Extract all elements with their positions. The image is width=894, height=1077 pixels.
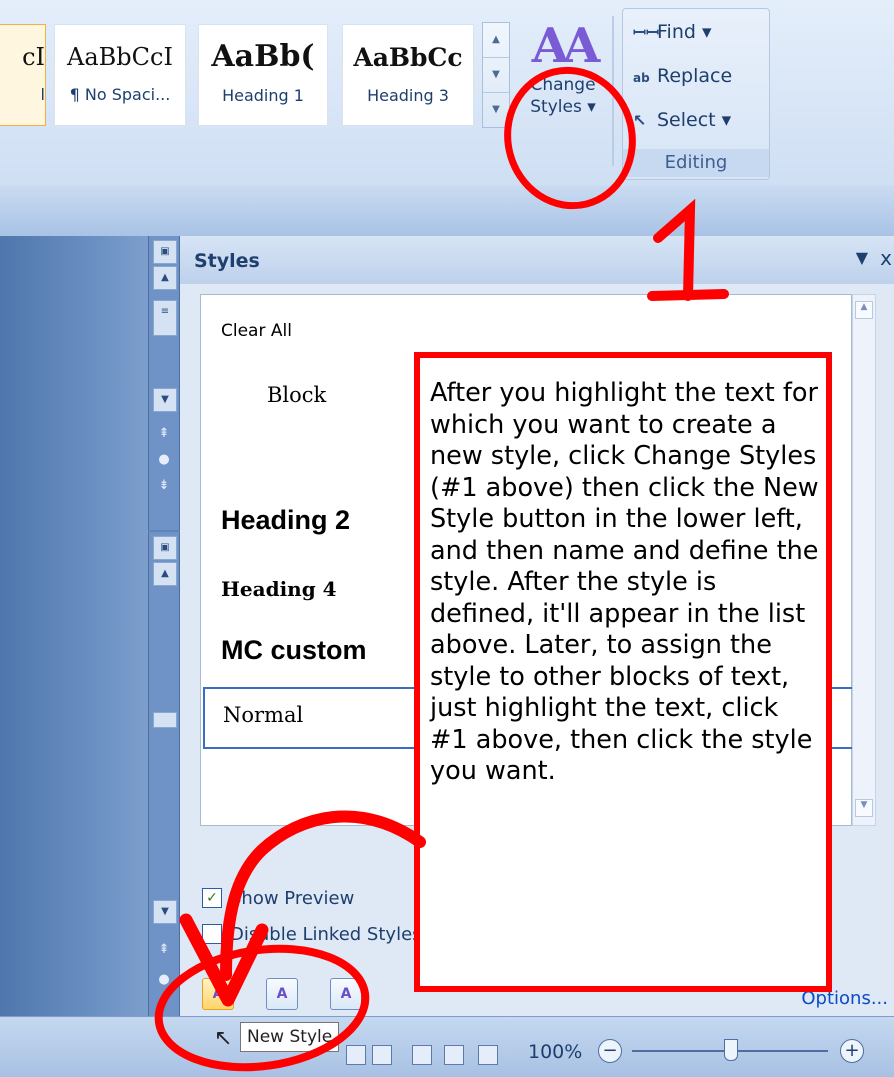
pane-menu-icon[interactable]: ▼: [856, 248, 868, 267]
find-label: Find ▾: [657, 21, 712, 43]
style-swatch-name: Heading 1: [222, 86, 304, 105]
scroll-up-icon[interactable]: ▲: [855, 301, 873, 319]
scroll-down-icon[interactable]: ▼: [153, 388, 177, 412]
disable-linked-styles-checkbox[interactable]: [202, 924, 222, 944]
new-style-button[interactable]: A: [202, 978, 234, 1010]
browse-object-icon[interactable]: ●: [149, 452, 179, 467]
gallery-down-icon[interactable]: ▼: [483, 58, 509, 93]
change-styles-label-line1: Change: [530, 75, 596, 95]
styles-list-scrollbar[interactable]: ▲ ▼: [852, 294, 876, 826]
gallery-scrollbar[interactable]: ▲ ▼ ▼: [482, 22, 510, 128]
ribbon: cI l AaBbCcI ¶ No Spaci... AaBb( Heading…: [0, 0, 894, 187]
split-icon[interactable]: ▣: [153, 240, 177, 264]
vertical-scrollbar-top[interactable]: ▣ ▲ ≡ ▼ ⇞ ● ⇟: [148, 236, 180, 530]
style-swatch-normal[interactable]: cI l: [0, 24, 46, 126]
style-item-clear-all[interactable]: Clear All: [221, 321, 292, 341]
scroll-up-icon[interactable]: ▲: [153, 266, 177, 290]
style-inspector-button[interactable]: A: [266, 978, 298, 1010]
cursor-icon: ↖: [633, 111, 647, 130]
prev-page-icon[interactable]: ⇞: [149, 942, 179, 957]
select-label: Select ▾: [657, 109, 732, 131]
style-item-mc-custom[interactable]: MC custom: [221, 635, 367, 666]
manage-styles-button[interactable]: A: [330, 978, 362, 1010]
scroll-down-icon[interactable]: ▼: [855, 799, 873, 817]
annotation-note: After you highlight the text for which y…: [414, 352, 832, 992]
styles-pane-title: Styles: [194, 250, 260, 272]
scroll-down-icon[interactable]: ▼: [153, 900, 177, 924]
zoom-in-icon[interactable]: +: [840, 1039, 864, 1063]
style-item-heading-4[interactable]: Heading 4: [221, 577, 337, 601]
document-area: [0, 236, 148, 1016]
style-swatch-heading-3[interactable]: AaBbCc Heading 3: [342, 24, 474, 126]
prev-page-icon[interactable]: ⇞: [149, 426, 179, 441]
change-styles-icon: AA: [531, 18, 600, 74]
change-styles-button[interactable]: AA Change Styles ▾: [516, 18, 610, 168]
style-swatch-sample: AaBb(: [211, 39, 315, 74]
ruler-band: [0, 186, 894, 236]
outline-icon[interactable]: [444, 1045, 464, 1065]
style-item-normal-label: Normal: [223, 703, 304, 727]
scroll-thumb[interactable]: ≡: [153, 300, 177, 336]
style-item-heading-2[interactable]: Heading 2: [221, 505, 350, 536]
group-separator: [612, 16, 614, 166]
next-page-icon[interactable]: ⇟: [149, 478, 179, 493]
binoculars-icon: ꟷꟷ: [633, 23, 660, 42]
style-item-block[interactable]: Block: [267, 383, 326, 407]
show-preview-checkbox[interactable]: ✓: [202, 888, 222, 908]
web-layout-icon[interactable]: [412, 1045, 432, 1065]
style-swatch-name: Heading 3: [367, 86, 449, 105]
replace-label: Replace: [657, 65, 733, 87]
gallery-up-icon[interactable]: ▲: [483, 23, 509, 58]
style-swatch-name: l: [40, 85, 45, 104]
editing-group: ꟷꟷFind ▾ ab Replace ↖ Select ▾ Editing: [622, 8, 770, 180]
vertical-scrollbar-bottom[interactable]: ▣ ▲ ▼ ⇞ ●: [148, 532, 180, 1016]
zoom-slider-thumb[interactable]: [724, 1039, 738, 1061]
find-button[interactable]: ꟷꟷFind ▾: [633, 21, 712, 43]
style-swatch-heading-1[interactable]: AaBb( Heading 1: [198, 24, 328, 126]
show-preview-label: Show Preview: [230, 888, 355, 909]
draft-icon[interactable]: [478, 1045, 498, 1065]
change-styles-label-line2: Styles ▾: [530, 97, 596, 117]
scroll-up-icon[interactable]: ▲: [153, 562, 177, 586]
style-swatch-no-spacing[interactable]: AaBbCcI ¶ No Spaci...: [54, 24, 186, 126]
status-bar: 100% − +: [0, 1016, 894, 1077]
replace-icon: ab: [633, 71, 650, 85]
style-swatch-sample: AaBbCc: [353, 43, 463, 72]
editing-group-label: Editing: [623, 149, 769, 177]
style-swatch-sample: AaBbCcI: [67, 43, 173, 71]
full-screen-reading-icon[interactable]: [372, 1045, 392, 1065]
mouse-pointer-icon: ↖: [214, 1026, 233, 1051]
print-layout-icon[interactable]: [346, 1045, 366, 1065]
disable-linked-styles-label: Disable Linked Styles: [230, 924, 422, 945]
new-style-tooltip: New Style: [240, 1022, 340, 1052]
style-swatch-sample: cI: [22, 43, 45, 71]
split-icon[interactable]: ▣: [153, 536, 177, 560]
zoom-level[interactable]: 100%: [528, 1041, 582, 1063]
replace-button[interactable]: ab Replace: [633, 65, 732, 87]
browse-object-icon[interactable]: ●: [149, 972, 179, 987]
close-icon[interactable]: x: [880, 246, 892, 270]
zoom-out-icon[interactable]: −: [598, 1039, 622, 1063]
gallery-more-icon[interactable]: ▼: [483, 93, 509, 127]
scroll-thumb[interactable]: [153, 712, 177, 728]
style-swatch-name: ¶ No Spaci...: [69, 85, 171, 104]
styles-pane-header: Styles ▼ x: [180, 236, 894, 284]
select-button[interactable]: ↖ Select ▾: [633, 109, 731, 131]
